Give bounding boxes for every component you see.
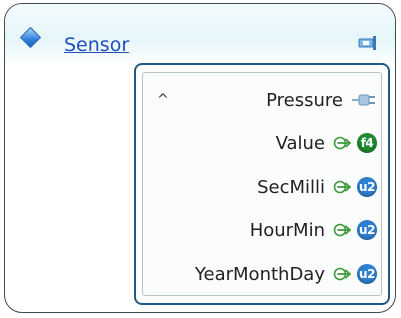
- field-row[interactable]: Value f4: [276, 128, 377, 158]
- field-row[interactable]: YearMonthDay u2: [195, 259, 377, 289]
- pressure-group-panel: ^ Pressure Value f4 SecMilli u2 HourMin …: [134, 63, 390, 305]
- group-header-row: Pressure: [266, 85, 377, 115]
- type-badge: u2: [357, 220, 377, 240]
- type-badge: u2: [357, 264, 377, 284]
- field-label: HourMin: [249, 219, 325, 241]
- field-row[interactable]: HourMin u2: [250, 215, 377, 245]
- connector-icon[interactable]: [357, 35, 379, 51]
- field-label: YearMonthDay: [194, 263, 325, 285]
- collapse-caret-icon[interactable]: ^: [157, 93, 169, 107]
- sensor-node[interactable]: Sensor ^ Pressure Value f4 SecMilli u2 H…: [4, 3, 396, 313]
- type-badge: u2: [357, 177, 377, 197]
- plug-icon: [352, 94, 375, 106]
- field-label: SecMilli: [257, 176, 325, 198]
- group-name: Pressure: [266, 89, 343, 111]
- pressure-group-inner: ^ Pressure Value f4 SecMilli u2 HourMin …: [142, 72, 382, 296]
- output-arrow-icon[interactable]: [333, 222, 353, 238]
- field-row[interactable]: SecMilli u2: [257, 172, 377, 202]
- type-badge: f4: [357, 133, 377, 153]
- node-title-link[interactable]: Sensor: [64, 34, 129, 56]
- output-arrow-icon[interactable]: [333, 266, 353, 282]
- output-arrow-icon[interactable]: [333, 135, 353, 151]
- output-arrow-icon[interactable]: [333, 179, 353, 195]
- field-label: Value: [275, 132, 325, 154]
